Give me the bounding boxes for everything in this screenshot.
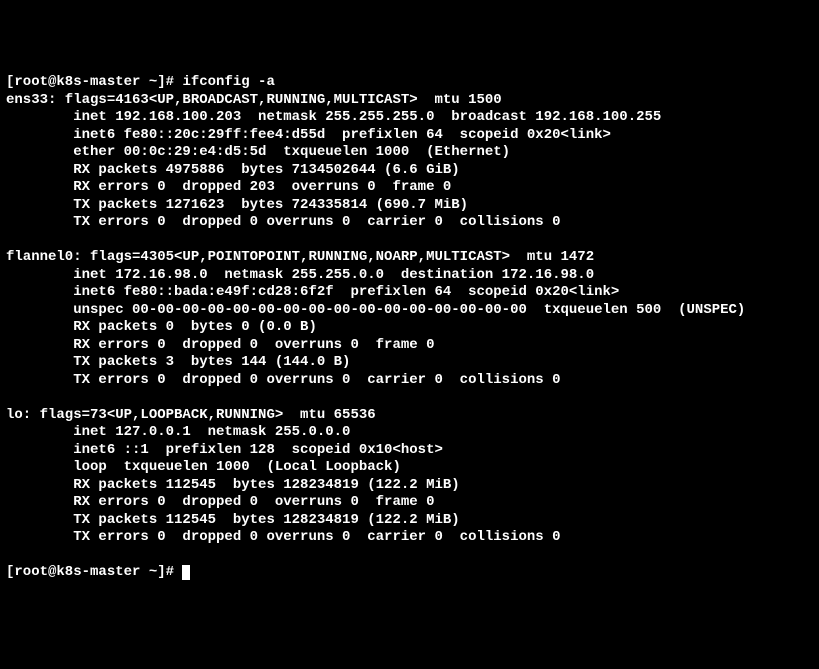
prompt-line: [root@k8s-master ~]# ifconfig -a	[6, 74, 275, 90]
cursor	[182, 565, 190, 580]
command-text: ifconfig -a	[182, 74, 274, 90]
terminal-output: [root@k8s-master ~]# ifconfig -a ens33: …	[6, 74, 813, 582]
prompt-line-end[interactable]: [root@k8s-master ~]#	[6, 564, 190, 580]
shell-prompt: [root@k8s-master ~]#	[6, 74, 182, 90]
interface-list: ens33: flags=4163<UP,BROADCAST,RUNNING,M…	[6, 92, 745, 546]
shell-prompt: [root@k8s-master ~]#	[6, 564, 182, 580]
